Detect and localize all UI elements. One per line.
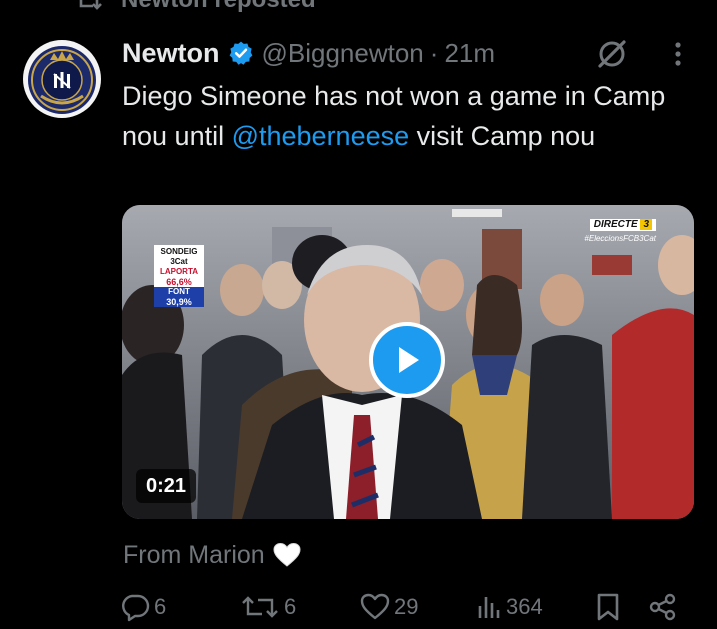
- play-button[interactable]: [369, 322, 445, 398]
- poll-title-line1: SONDEIG: [160, 247, 198, 256]
- more-vertical-icon[interactable]: [668, 40, 688, 70]
- channel-hashtag: #EleccionsFCB3Cat: [584, 234, 656, 243]
- post-container: Newton reposted Newton @Biggnewton · 21m: [0, 0, 717, 629]
- author-handle[interactable]: @Biggnewton: [262, 38, 424, 69]
- like-button[interactable]: 29: [360, 590, 418, 624]
- grok-icon[interactable]: [595, 37, 629, 71]
- repost-icon: [242, 596, 278, 618]
- bookmark-button[interactable]: [594, 590, 622, 624]
- reply-count: 6: [154, 594, 167, 619]
- like-icon: [360, 593, 390, 620]
- live-badge-text: DIRECTE: [593, 219, 638, 230]
- author-name[interactable]: Newton: [122, 38, 220, 69]
- play-icon: [399, 347, 419, 373]
- share-button[interactable]: [648, 590, 678, 624]
- poll-candidate1: LAPORTA: [154, 267, 204, 277]
- post-time[interactable]: 21m: [444, 38, 495, 69]
- repost-icon: [79, 0, 102, 10]
- like-count: 29: [394, 594, 419, 619]
- reply-button[interactable]: 6: [120, 590, 166, 624]
- avatar-logo-icon: [28, 46, 96, 114]
- reply-icon: [122, 594, 150, 622]
- live-badge: DIRECTE 3: [589, 219, 656, 231]
- mention-link[interactable]: @theberneese: [232, 121, 410, 151]
- repost-header: Newton reposted: [75, 0, 316, 14]
- poll-title-line2: 3Cat: [170, 257, 188, 266]
- action-bar: 6 6 29 364: [120, 590, 690, 624]
- post-header: Newton @Biggnewton · 21m: [122, 34, 495, 72]
- repost-label[interactable]: Newton reposted: [121, 0, 316, 14]
- translation-line: From Marion: [123, 538, 301, 572]
- video-player[interactable]: SONDEIG 3Cat LAPORTA 66,6% FONT 30,9% DI…: [122, 205, 694, 519]
- views-icon: [478, 597, 500, 618]
- channel-overlay: DIRECTE 3 #EleccionsFCB3Cat: [584, 219, 656, 245]
- translation-label: From Marion: [123, 540, 265, 569]
- white-heart-icon: [273, 542, 301, 567]
- post-text-end: visit Camp nou: [409, 121, 596, 151]
- poll-title: SONDEIG 3Cat: [154, 245, 204, 267]
- channel-logo: 3: [640, 219, 652, 230]
- post-text: Diego Simeone has not won a game in Camp…: [122, 76, 692, 156]
- repost-button[interactable]: 6: [240, 590, 296, 624]
- views-button[interactable]: 364: [476, 590, 543, 624]
- poll-candidate2: FONT: [154, 287, 204, 297]
- verified-badge-icon: [229, 41, 252, 65]
- poll-overlay: SONDEIG 3Cat LAPORTA 66,6% FONT 30,9%: [154, 245, 204, 307]
- repost-count: 6: [284, 594, 297, 619]
- views-count: 364: [506, 594, 543, 619]
- separator-dot: ·: [429, 37, 439, 68]
- poll-value2: 30,9%: [154, 297, 204, 307]
- video-duration: 0:21: [136, 469, 197, 503]
- bookmark-icon: [597, 593, 619, 621]
- poll-value1: 66,6%: [154, 277, 204, 287]
- avatar[interactable]: [23, 40, 101, 118]
- share-icon: [649, 593, 676, 621]
